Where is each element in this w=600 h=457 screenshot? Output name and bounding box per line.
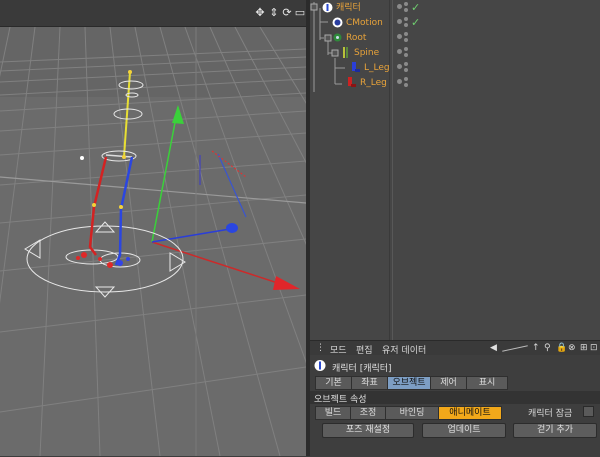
cmotion-object-icon xyxy=(332,17,343,28)
object-row-spine[interactable]: Spine xyxy=(310,46,600,60)
menu-user-data[interactable]: 유저 데이터 xyxy=(382,343,426,356)
visibility-dot[interactable] xyxy=(397,79,402,84)
object-label: Spine xyxy=(354,48,380,58)
search-icon[interactable]: ⚲ xyxy=(544,343,551,353)
lock-icon[interactable]: 🔒 xyxy=(556,343,567,353)
history-slider[interactable] xyxy=(502,345,528,352)
visibility-dot[interactable] xyxy=(397,64,402,69)
object-label: Root xyxy=(346,33,367,43)
tab-control[interactable]: 제어 xyxy=(430,376,467,390)
tab-basic[interactable]: 기본 xyxy=(315,376,352,390)
object-manager: 캐릭터 ✓ CMotion ✓ Root Spine L_Leg R_Leg xyxy=(310,0,600,340)
attribute-manager: ⋮ 모드 편집 유저 데이터 ◀ ↑ ⚲ 🔒 ⊗ ⊞ ⊡ 캐릭터 [캐릭터] 기… xyxy=(310,340,600,457)
panel-menu-icon[interactable]: ⊡ xyxy=(590,343,598,353)
enabled-check-icon[interactable]: ✓ xyxy=(411,16,420,29)
leg-object-icon xyxy=(348,77,356,87)
tab-object[interactable]: 오브젝트 xyxy=(387,376,431,390)
character-object-icon xyxy=(322,2,333,13)
object-label: 캐릭터 xyxy=(336,3,361,13)
visibility-dot[interactable] xyxy=(397,4,402,9)
section-title: 오브젝트 속성 xyxy=(314,395,367,405)
menu-grip-icon: ⋮ xyxy=(316,343,325,353)
object-title: 캐릭터 [캐릭터] xyxy=(332,364,392,374)
up-arrow-icon[interactable]: ↑ xyxy=(532,343,540,353)
menu-edit[interactable]: 편집 xyxy=(356,343,373,356)
visibility-dot[interactable] xyxy=(397,19,402,24)
object-row-root[interactable]: Root xyxy=(310,31,600,45)
new-panel-icon[interactable]: ⊞ xyxy=(580,343,588,353)
object-label: L_Leg xyxy=(364,63,390,73)
mode-build[interactable]: 빌드 xyxy=(315,406,351,420)
object-label: R_Leg xyxy=(360,78,387,88)
tab-coord[interactable]: 좌표 xyxy=(351,376,388,390)
mode-adjust[interactable]: 조정 xyxy=(350,406,386,420)
visibility-dot[interactable] xyxy=(397,34,402,39)
visibility-dot[interactable] xyxy=(397,49,402,54)
object-row-character[interactable]: 캐릭터 ✓ xyxy=(310,1,600,15)
tab-display[interactable]: 표시 xyxy=(466,376,508,390)
section-header: 오브젝트 속성 xyxy=(310,391,600,405)
rotate-view-icon[interactable]: ⟳ xyxy=(281,7,293,19)
attribute-header: 캐릭터 [캐릭터] xyxy=(310,357,600,375)
menu-mode[interactable]: 모드 xyxy=(330,343,347,356)
attribute-menubar: ⋮ 모드 편집 유저 데이터 ◀ ↑ ⚲ 🔒 ⊗ ⊞ ⊡ xyxy=(310,341,600,356)
object-row-l-leg[interactable]: L_Leg xyxy=(310,61,600,75)
spine-object-icon xyxy=(343,47,348,58)
zoom-view-icon[interactable]: ⇕ xyxy=(268,7,280,19)
object-row-r-leg[interactable]: R_Leg xyxy=(310,76,600,90)
character-object-icon xyxy=(314,360,326,371)
update-button[interactable]: 업데이트 xyxy=(422,423,506,438)
move-view-icon[interactable]: ✥ xyxy=(254,7,266,19)
toggle-view-icon[interactable]: ▭ xyxy=(294,7,306,19)
3d-viewport[interactable]: ✥ ⇕ ⟳ ▭ xyxy=(0,0,306,456)
add-walk-button[interactable]: 걷기 추가 xyxy=(513,423,597,438)
mode-animate[interactable]: 애니메이트 xyxy=(438,406,502,420)
back-arrow-icon[interactable]: ◀ xyxy=(490,343,497,353)
link-icon[interactable]: ⊗ xyxy=(568,343,576,353)
mode-bind[interactable]: 바인딩 xyxy=(385,406,439,420)
enabled-check-icon[interactable]: ✓ xyxy=(411,1,420,14)
reset-pose-button[interactable]: 포즈 재설정 xyxy=(322,423,414,438)
viewport-toolbar: ✥ ⇕ ⟳ ▭ xyxy=(0,0,306,27)
lock-character-label: 캐릭터 잠금 xyxy=(528,409,573,419)
viewport-scene[interactable] xyxy=(0,27,306,456)
leg-object-icon xyxy=(352,62,360,72)
object-label: CMotion xyxy=(346,18,383,28)
lock-character-checkbox[interactable] xyxy=(583,406,594,417)
joint-object-icon xyxy=(333,33,342,42)
object-row-cmotion[interactable]: CMotion ✓ xyxy=(310,16,600,30)
